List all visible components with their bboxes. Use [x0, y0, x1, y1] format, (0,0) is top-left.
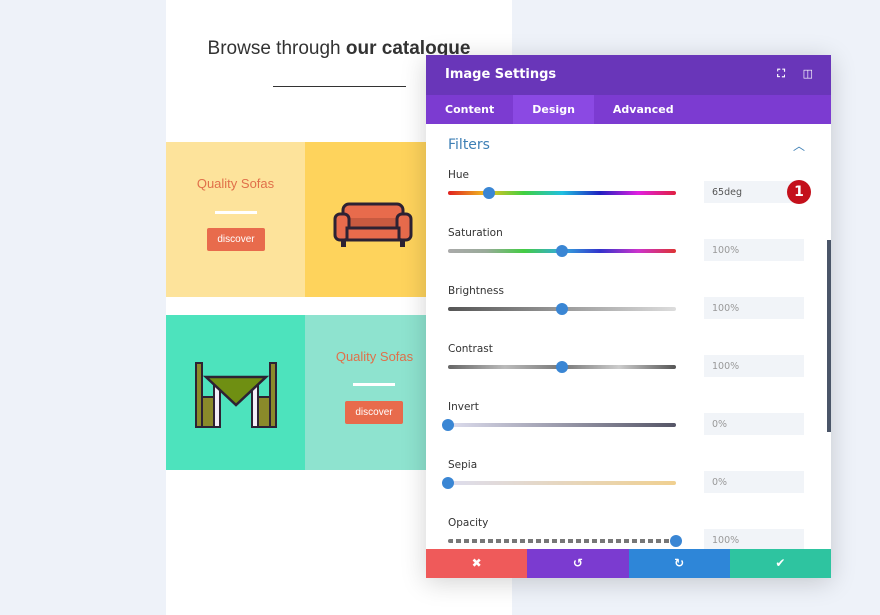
- filter-label: Sepia: [448, 459, 478, 471]
- discover-button[interactable]: discover: [345, 401, 403, 424]
- divider: [273, 86, 406, 87]
- image-settings-panel: Image Settings ⛶ ◫ Content Design Advanc…: [426, 55, 831, 578]
- filter-invert: Invert 0%: [442, 401, 813, 435]
- filter-value-input[interactable]: 0%: [704, 413, 804, 435]
- filter-saturation: Saturation 100%: [448, 227, 813, 261]
- card-image-1: [305, 142, 445, 297]
- slider-handle[interactable]: [483, 187, 496, 199]
- card-text-2: Quality Sofas discover: [305, 315, 445, 470]
- chevron-up-icon[interactable]: ︿: [793, 137, 805, 154]
- filter-slider-track[interactable]: [448, 423, 676, 427]
- filter-sepia: Sepia 0%: [442, 459, 813, 493]
- filter-slider-track[interactable]: [448, 481, 676, 485]
- slider-handle[interactable]: [442, 477, 454, 489]
- filter-label: Opacity: [448, 517, 489, 529]
- card-image-2: [166, 315, 305, 470]
- panel-body: Filters ︿ Hue 65deg 1 Saturation 100% Bri…: [426, 124, 831, 551]
- filter-value-input[interactable]: 100%: [704, 297, 804, 319]
- filter-hue: Hue 65deg 1: [448, 169, 813, 204]
- filter-contrast: Contrast 100%: [448, 343, 813, 377]
- tab-content[interactable]: Content: [426, 95, 513, 124]
- filter-label: Invert: [448, 401, 479, 413]
- card-text-1: Quality Sofas discover: [166, 142, 305, 297]
- panel-footer: ✖ ↺ ↻ ✔: [426, 549, 831, 578]
- filter-value-input[interactable]: 100%: [704, 239, 804, 261]
- panel-title: Image Settings: [445, 67, 557, 82]
- filter-brightness: Brightness 100%: [448, 285, 813, 319]
- sofa-icon: [333, 202, 413, 247]
- scrollbar[interactable]: [827, 240, 831, 432]
- slider-handle[interactable]: [556, 245, 568, 257]
- redo-button[interactable]: ↻: [628, 549, 730, 578]
- filter-value-input[interactable]: 100%: [704, 355, 804, 377]
- undo-button[interactable]: ↺: [527, 549, 629, 578]
- tab-advanced[interactable]: Advanced: [594, 95, 693, 124]
- filter-label: Saturation: [448, 227, 503, 239]
- card-divider: [215, 211, 257, 214]
- slider-handle[interactable]: [670, 535, 682, 547]
- card-divider: [353, 383, 395, 386]
- filter-label: Contrast: [448, 343, 493, 355]
- slider-handle[interactable]: [556, 361, 568, 373]
- tab-bar: Content Design Advanced: [426, 95, 831, 124]
- dining-table-icon: [195, 362, 277, 428]
- filter-label: Hue: [448, 169, 470, 181]
- panel-header[interactable]: Image Settings ⛶ ◫: [426, 55, 831, 95]
- slider-handle[interactable]: [556, 303, 568, 315]
- step-badge: 1: [787, 180, 811, 204]
- filter-slider-track[interactable]: [448, 539, 676, 543]
- save-button[interactable]: ✔: [729, 549, 831, 578]
- tab-design[interactable]: Design: [513, 95, 594, 124]
- sidebar-layout-icon[interactable]: ◫: [803, 67, 813, 80]
- cancel-button[interactable]: ✖: [426, 549, 528, 578]
- discover-button[interactable]: discover: [207, 228, 265, 251]
- filter-value-input[interactable]: 100%: [704, 529, 804, 551]
- filter-value-input[interactable]: 0%: [704, 471, 804, 493]
- section-title[interactable]: Filters: [448, 137, 490, 153]
- filter-label: Brightness: [448, 285, 504, 297]
- slider-handle[interactable]: [442, 419, 454, 431]
- card-title: Quality Sofas: [335, 349, 414, 364]
- fullscreen-icon[interactable]: ⛶: [777, 67, 785, 81]
- card-title: Quality Sofas: [196, 176, 275, 191]
- filter-opacity: Opacity 100%: [448, 517, 813, 551]
